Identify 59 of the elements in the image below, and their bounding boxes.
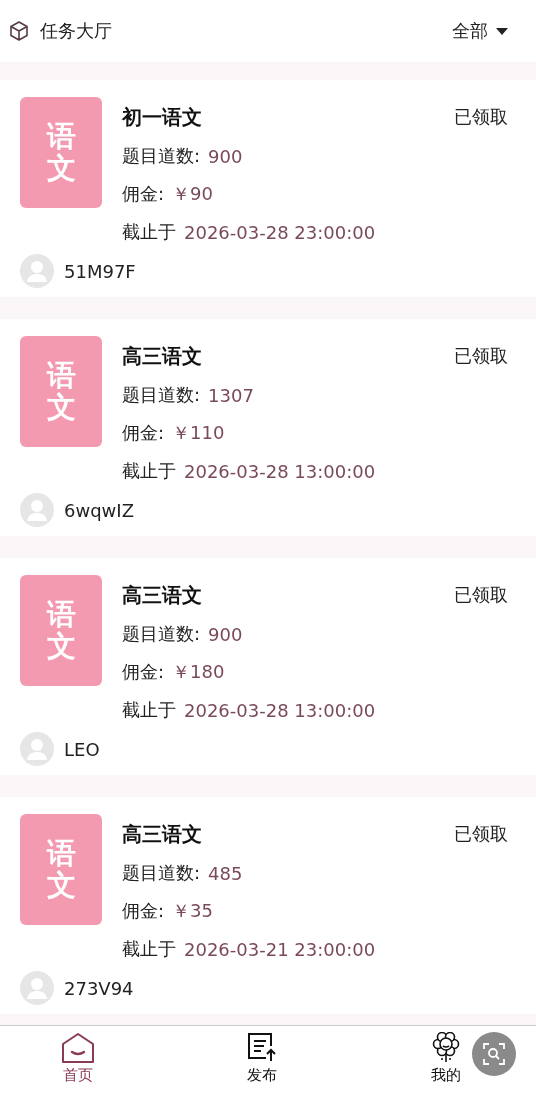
user-name: 273V94 xyxy=(64,977,134,999)
task-title: 高三语文 xyxy=(122,342,202,370)
fee-label: 佣金: xyxy=(122,182,165,206)
user-name: 6wqwIZ xyxy=(64,499,134,521)
count-label: 题目道数: xyxy=(122,861,201,885)
fee-label: 佣金: xyxy=(122,421,165,445)
count-value: 1307 xyxy=(208,384,254,406)
deadline-value: 2026-03-21 23:00:00 xyxy=(184,938,376,960)
task-title: 初一语文 xyxy=(122,103,202,131)
avatar-icon xyxy=(20,732,54,766)
fee-value: ￥180 xyxy=(172,660,225,684)
fee-label: 佣金: xyxy=(122,899,165,923)
count-label: 题目道数: xyxy=(122,383,201,407)
user-name: 51M97F xyxy=(64,260,136,282)
count-value: 900 xyxy=(208,145,243,167)
task-card[interactable]: 语文 高三语文 已领取 题目道数: 485 佣金: ￥35 截止于 2026-03-21 23:00:00 273V94 xyxy=(0,797,536,1014)
avatar-icon xyxy=(20,493,54,527)
fee-value: ￥110 xyxy=(172,421,225,445)
task-status: 已领取 xyxy=(454,105,508,129)
task-card[interactable]: 语文 高三语文 已领取 题目道数: 1307 佣金: ￥110 截止于 2026-03-28 13:00:00 6wqwIZ xyxy=(0,319,536,536)
deadline-label: 截止于 xyxy=(122,220,176,244)
cube-icon xyxy=(8,20,30,42)
task-status: 已领取 xyxy=(454,583,508,607)
tab-bar-item[interactable]: 我的 xyxy=(426,1032,466,1085)
deadline-label: 截止于 xyxy=(122,937,176,961)
avatar-icon xyxy=(20,971,54,1005)
document-upload-icon xyxy=(246,1032,278,1064)
deadline-label: 截止于 xyxy=(122,698,176,722)
scan-search-icon xyxy=(482,1042,506,1066)
tab-bar-item[interactable]: 首页 xyxy=(58,1032,98,1085)
task-status: 已领取 xyxy=(454,822,508,846)
count-label: 题目道数: xyxy=(122,622,201,646)
count-value: 485 xyxy=(208,862,243,884)
user-name: LEO xyxy=(64,738,100,760)
subject-cover: 语文 xyxy=(20,575,102,686)
page-title: 任务大厅 xyxy=(40,19,112,43)
flower-icon xyxy=(430,1032,462,1064)
caret-icon xyxy=(496,27,508,35)
deadline-value: 2026-03-28 23:00:00 xyxy=(184,221,376,243)
filter-dropdown[interactable]: 全部 xyxy=(452,19,508,43)
home-icon xyxy=(61,1032,95,1064)
subject-cover: 语文 xyxy=(20,814,102,925)
count-value: 900 xyxy=(208,623,243,645)
deadline-value: 2026-03-28 13:00:00 xyxy=(184,699,376,721)
subject-cover: 语文 xyxy=(20,336,102,447)
task-card[interactable]: 语文 高三语文 已领取 题目道数: 900 佣金: ￥180 截止于 2026-03-28 13:00:00 LEO xyxy=(0,558,536,775)
fee-value: ￥90 xyxy=(172,182,213,206)
task-title: 高三语文 xyxy=(122,581,202,609)
deadline-value: 2026-03-28 13:00:00 xyxy=(184,460,376,482)
task-status: 已领取 xyxy=(454,344,508,368)
deadline-label: 截止于 xyxy=(122,459,176,483)
count-label: 题目道数: xyxy=(122,144,201,168)
avatar-icon xyxy=(20,254,54,288)
fee-value: ￥35 xyxy=(172,899,213,923)
task-title: 高三语文 xyxy=(122,820,202,848)
subject-cover: 语文 xyxy=(20,97,102,208)
task-card[interactable]: 语文 初一语文 已领取 题目道数: 900 佣金: ￥90 截止于 2026-03-28 23:00:00 51M97F xyxy=(0,80,536,297)
fee-label: 佣金: xyxy=(122,660,165,684)
tab-bar-item[interactable]: 发布 xyxy=(242,1032,282,1085)
